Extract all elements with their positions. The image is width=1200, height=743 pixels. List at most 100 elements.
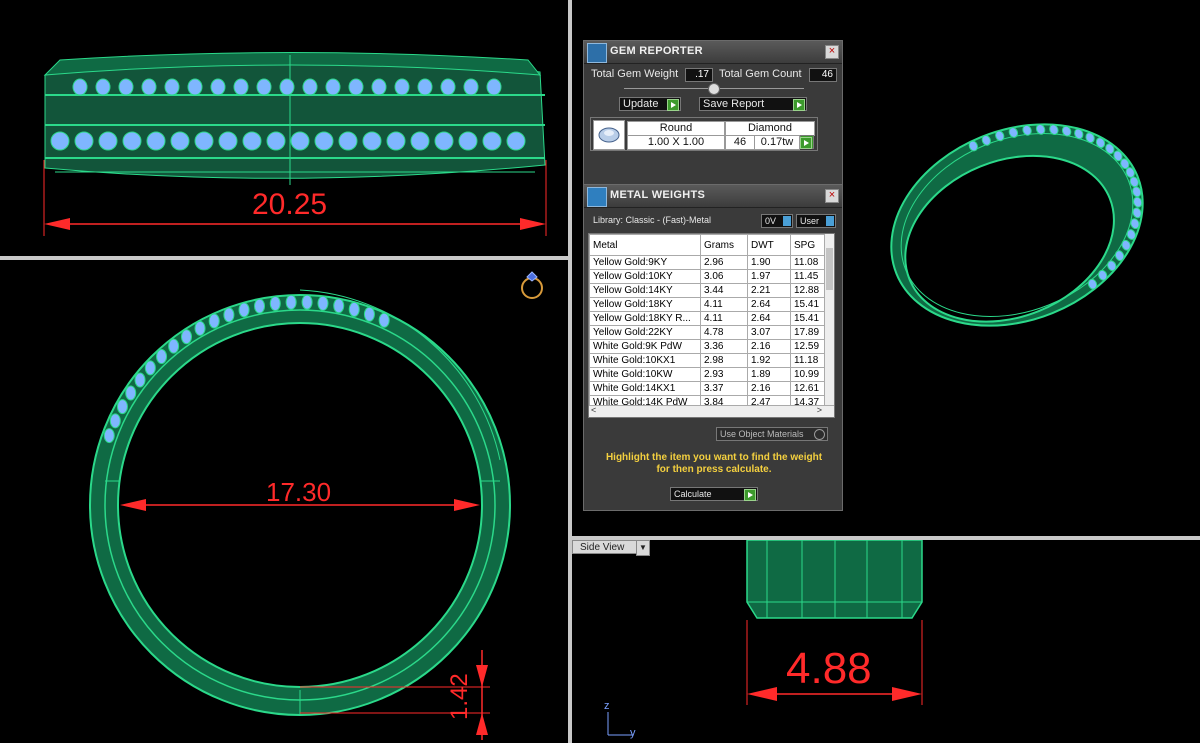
table-row[interactable]: White Gold:9K PdW 3.36 2.16 12.59 — [589, 339, 834, 354]
viewport-divider-horizontal-right[interactable] — [572, 536, 1200, 540]
table-row[interactable]: White Gold:10KX1 2.98 1.92 11.18 — [589, 353, 834, 368]
total-gem-weight-field[interactable]: .17 — [685, 68, 713, 82]
table-row[interactable]: White Gold:14KX1 3.37 2.16 12.61 — [589, 381, 834, 396]
metal-weights-panel: METAL WEIGHTS × Library: Classic - (Fast… — [583, 184, 843, 511]
metal-weights-titlebar[interactable]: METAL WEIGHTS × — [584, 185, 842, 208]
gem — [74, 131, 94, 151]
gem — [394, 78, 410, 96]
side-view-dropdown[interactable]: Side View ▼ — [572, 540, 650, 556]
close-icon[interactable]: × — [825, 189, 839, 203]
gem — [285, 294, 297, 310]
gem — [333, 298, 345, 314]
gem — [254, 298, 266, 314]
cell-metal: Yellow Gold:9KY — [589, 255, 701, 270]
gem — [156, 349, 168, 365]
column-header-metal[interactable]: Metal — [589, 234, 701, 256]
viewport-top[interactable]: 17.30 1.42 — [0, 260, 568, 743]
horizontal-scrollbar[interactable]: < > — [589, 405, 834, 417]
gem — [103, 428, 115, 444]
dimension-height-label: 4.88 — [786, 644, 872, 693]
gem — [116, 399, 128, 415]
viewport-divider-horizontal-left[interactable] — [0, 256, 568, 260]
table-row[interactable]: Yellow Gold:9KY 2.96 1.90 11.08 — [589, 255, 834, 270]
instruction-text: Highlight the item you want to find the … — [605, 452, 823, 475]
scroll-left-icon[interactable]: < — [591, 405, 596, 415]
cell-grams: 2.93 — [700, 367, 748, 382]
selector-2[interactable]: User — [796, 214, 836, 228]
gem — [238, 302, 250, 318]
column-header-grams[interactable]: Grams — [700, 234, 748, 256]
save-report-button[interactable]: Save Report — [699, 97, 807, 111]
slider[interactable] — [624, 83, 804, 95]
scroll-right-icon[interactable]: > — [817, 405, 822, 415]
cell-grams: 2.96 — [700, 255, 748, 270]
total-gem-count-field[interactable]: 46 — [809, 68, 837, 82]
gem — [134, 372, 146, 388]
table-row[interactable]: Yellow Gold:18KY R... 4.11 2.64 15.41 — [589, 311, 834, 326]
vertical-scrollbar[interactable] — [824, 234, 834, 406]
gem — [269, 296, 281, 312]
viewport-divider-vertical[interactable] — [568, 0, 572, 743]
metal-weights-table[interactable]: Metal Grams DWT SPG Yellow Gold:9KY 2.96 1… — [588, 233, 835, 418]
gem-row-weight[interactable]: 0.17tw — [754, 135, 800, 150]
cell-dwt: 1.90 — [747, 255, 791, 270]
axis-z-label: z — [604, 700, 610, 712]
table-row[interactable]: Yellow Gold:22KY 4.78 3.07 17.89 — [589, 325, 834, 340]
gem — [325, 78, 341, 96]
cell-dwt: 1.89 — [747, 367, 791, 382]
gem — [301, 294, 313, 310]
gem — [363, 306, 375, 322]
materials-dropdown[interactable]: Use Object Materials — [716, 427, 828, 441]
gem — [256, 78, 272, 96]
cell-grams: 3.06 — [700, 269, 748, 284]
calculate-button[interactable]: Calculate — [670, 487, 758, 501]
gem-reporter-titlebar[interactable]: GEM REPORTER × — [584, 41, 842, 64]
viewport-side[interactable]: Side View ▼ 4.88 z y — [572, 540, 1200, 743]
library-label: Library: Classic - (Fast)-Metal — [593, 215, 712, 225]
table-row[interactable]: White Gold:10KW 2.93 1.89 10.99 — [589, 367, 834, 382]
cell-metal: Yellow Gold:18KY R... — [589, 311, 701, 326]
gem — [223, 307, 235, 323]
dimension-thickness-label: 1.42 — [446, 673, 473, 720]
gem — [180, 329, 192, 345]
selector-1[interactable]: 0V — [761, 214, 793, 228]
gem-row-size[interactable]: 1.00 X 1.00 — [627, 135, 725, 150]
cell-grams: 3.36 — [700, 339, 748, 354]
selector-2-icon — [826, 216, 834, 226]
gem — [463, 78, 479, 96]
gem-row-go-button[interactable] — [800, 135, 814, 149]
gem — [348, 78, 364, 96]
gem — [194, 320, 206, 336]
table-row[interactable]: Yellow Gold:10KY 3.06 1.97 11.45 — [589, 269, 834, 284]
slider-handle[interactable] — [708, 83, 720, 95]
update-button[interactable]: Update — [619, 97, 681, 111]
gem — [146, 131, 166, 151]
gem — [218, 131, 238, 151]
cell-metal: White Gold:10KW — [589, 367, 701, 382]
table-row[interactable]: Yellow Gold:14KY 3.44 2.21 12.88 — [589, 283, 834, 298]
metal-weights-title: METAL WEIGHTS — [610, 189, 706, 201]
play-icon — [800, 137, 812, 149]
table-row[interactable]: Yellow Gold:18KY 4.11 2.64 15.41 — [589, 297, 834, 312]
ring-side-view — [607, 540, 923, 736]
cell-grams: 4.11 — [700, 311, 748, 326]
column-header-dwt[interactable]: DWT — [747, 234, 791, 256]
selector-1-icon — [783, 216, 791, 226]
side-view-label: Side View — [580, 542, 625, 553]
gem — [417, 78, 433, 96]
gem-thumbnail[interactable] — [593, 120, 625, 150]
gem — [458, 131, 478, 151]
gem — [486, 78, 502, 96]
gem-header-material: Diamond — [725, 121, 815, 136]
total-gem-weight-label: Total Gem Weight — [591, 68, 679, 80]
viewport-front[interactable]: 20.25 — [0, 0, 568, 256]
scrollbar-thumb[interactable] — [826, 248, 833, 290]
cell-dwt: 1.97 — [747, 269, 791, 284]
gem-row-count[interactable]: 46 — [725, 135, 755, 150]
gem — [362, 131, 382, 151]
axis-y-label: y — [630, 727, 636, 739]
cell-grams: 2.98 — [700, 353, 748, 368]
close-icon[interactable]: × — [825, 45, 839, 59]
update-label: Update — [623, 98, 659, 110]
gem — [72, 78, 88, 96]
